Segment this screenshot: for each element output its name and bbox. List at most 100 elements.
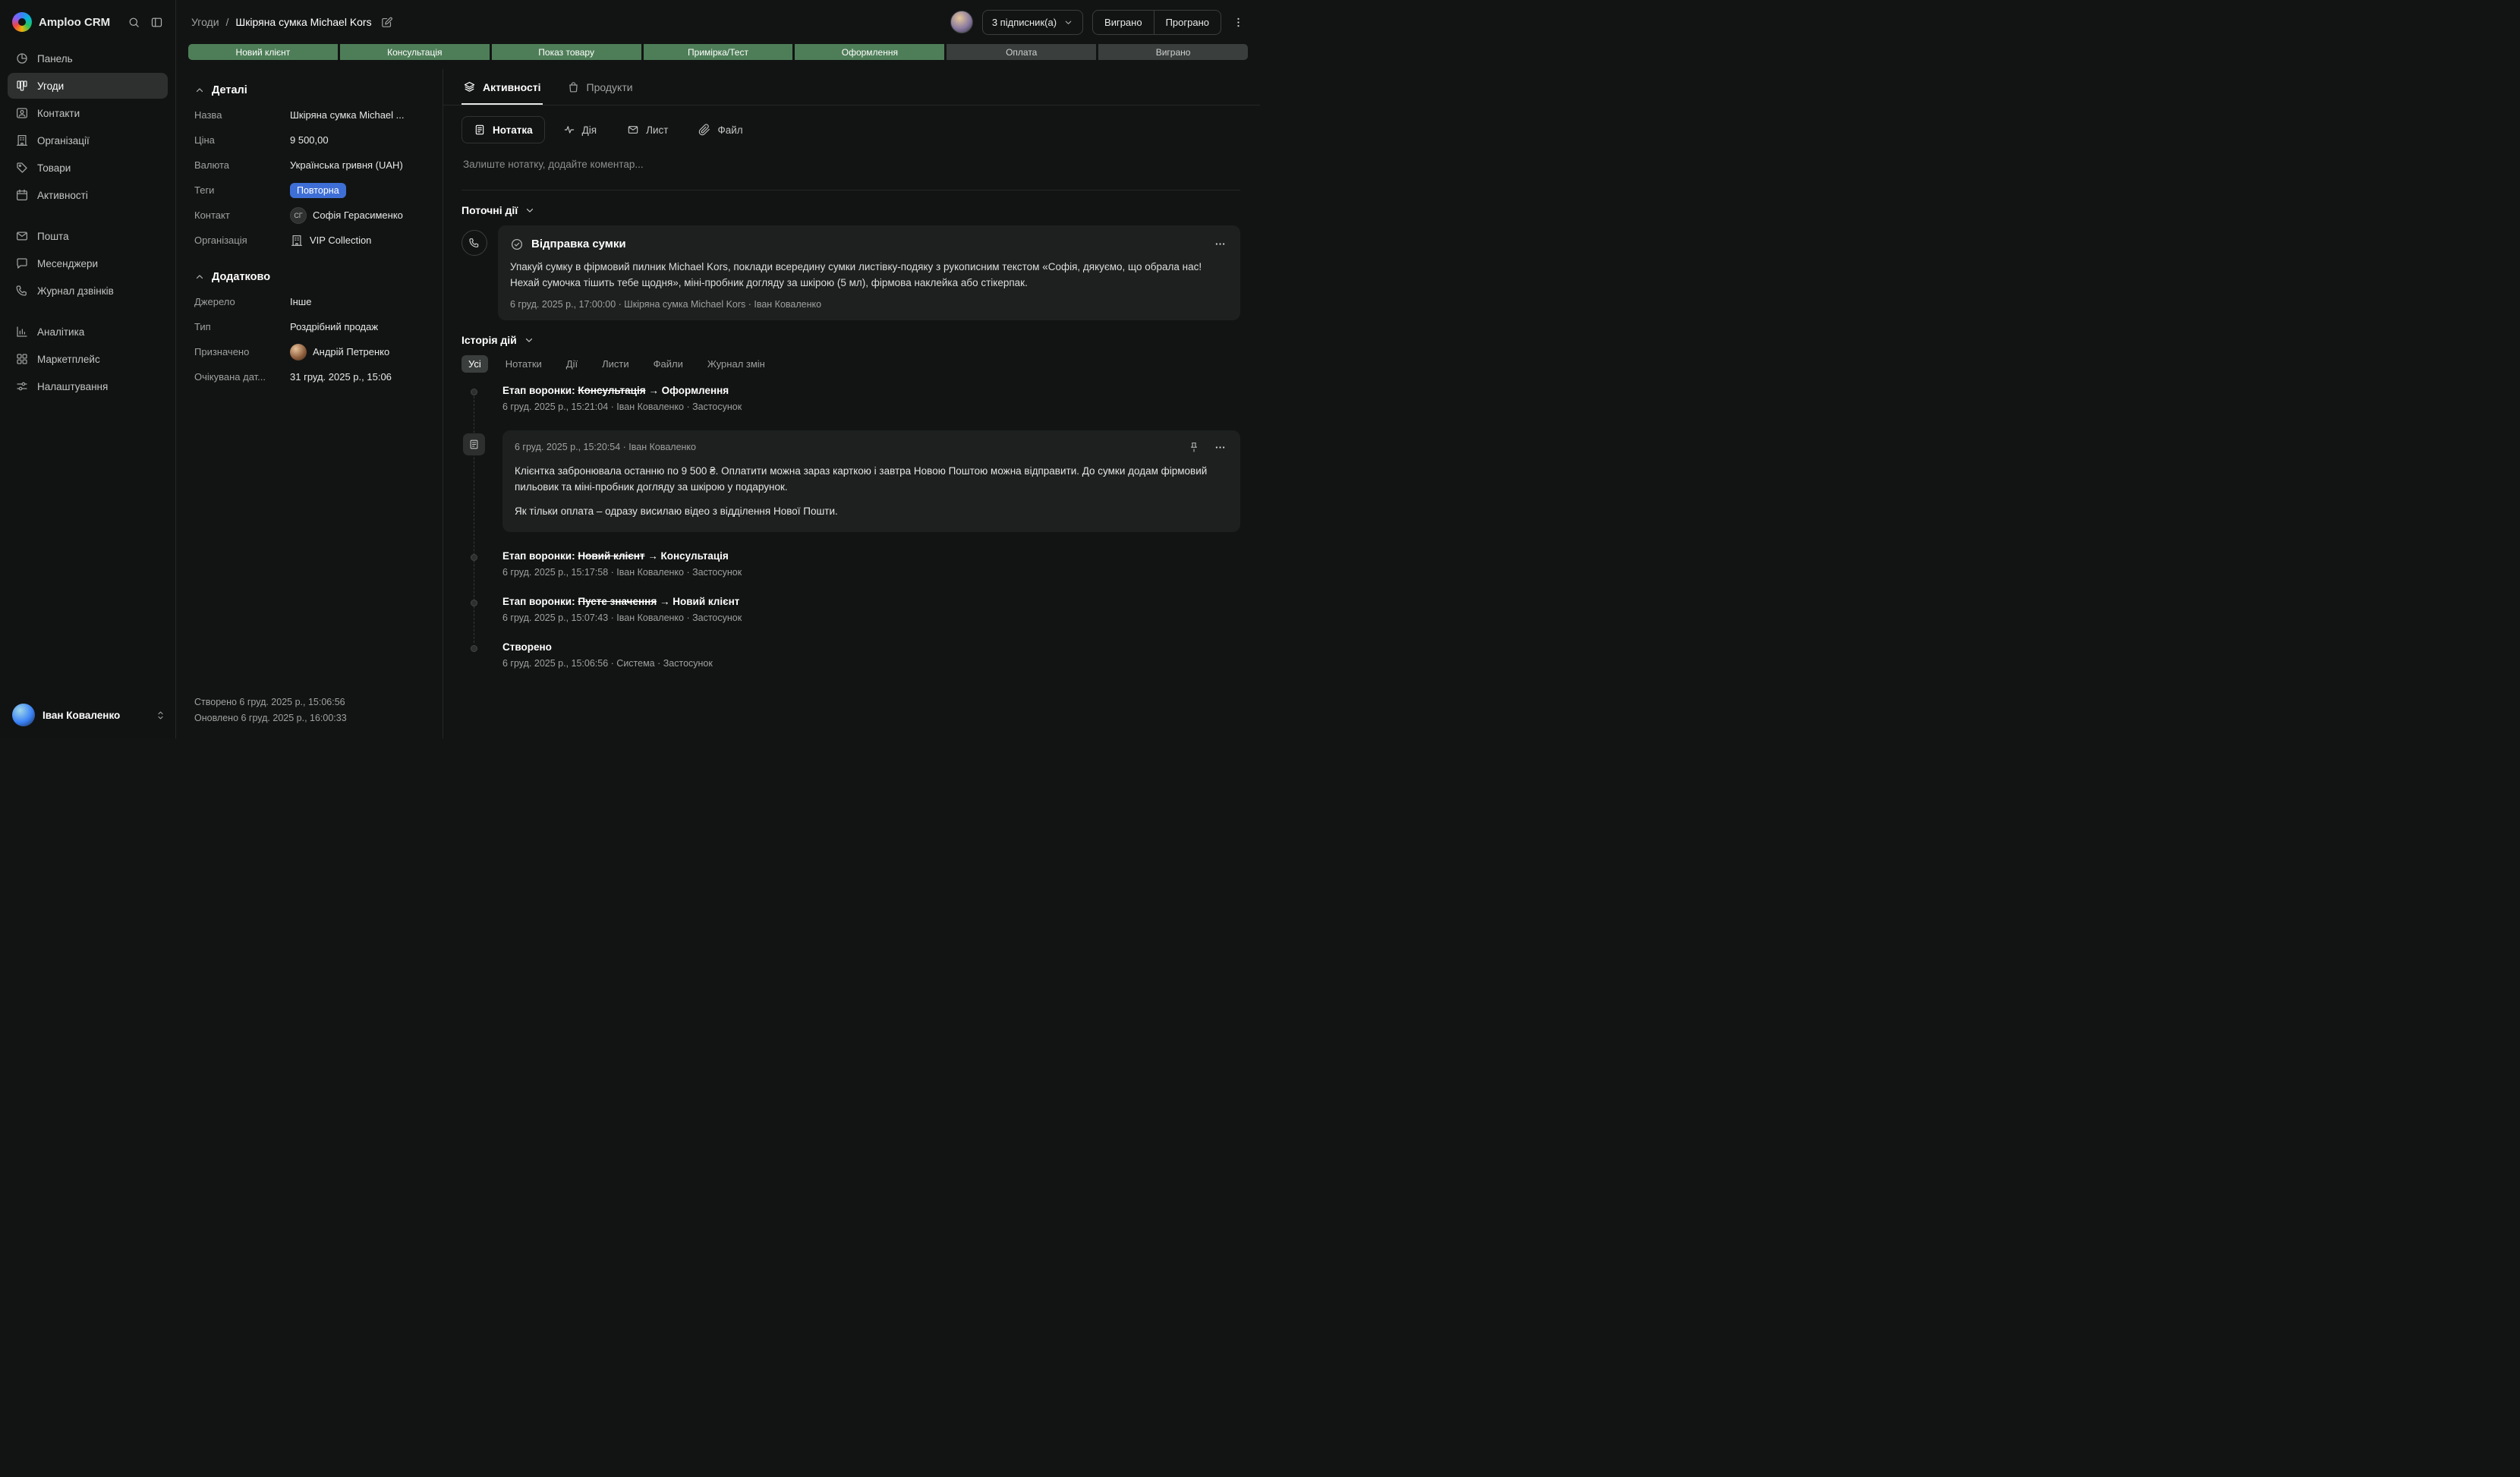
filter-letters[interactable]: Листи xyxy=(595,355,636,373)
sidebar-item-dashboard[interactable]: Панель xyxy=(8,46,168,71)
sidebar-item-organizations[interactable]: Організації xyxy=(8,128,168,153)
tab-products[interactable]: Продукти xyxy=(565,69,635,105)
details-panel: Деталі Назва Шкіряна сумка Michael ... Ц… xyxy=(176,69,443,738)
sidebar-item-marketplace[interactable]: Маркетплейс xyxy=(8,346,168,372)
detail-row-assignee: Призначено Андрій Петренко xyxy=(194,339,424,364)
composer-tab-file[interactable]: Файл xyxy=(686,116,754,143)
sidebar-item-call-log[interactable]: Журнал дзвінків xyxy=(8,278,168,304)
pin-note-button[interactable] xyxy=(1186,439,1202,455)
tab-activities[interactable]: Активності xyxy=(461,69,543,105)
note-card: 6 груд. 2025 р., 15:20:54 · Іван Ковален… xyxy=(502,430,1240,532)
check-circle-icon[interactable] xyxy=(510,238,524,251)
stage-label: Виграно xyxy=(1156,47,1191,58)
stage-label: Оформлення xyxy=(842,47,898,58)
sidebar-item-label: Аналітика xyxy=(37,326,84,338)
history-header[interactable]: Історія дій xyxy=(461,334,1240,346)
timeline-stage-change: Етап воронки: Новий клієнт → Консультаці… xyxy=(461,550,1240,578)
breadcrumb-root[interactable]: Угоди xyxy=(191,16,219,28)
pulse-icon xyxy=(563,124,575,136)
pipeline-stage[interactable]: Показ товару xyxy=(492,44,641,60)
stage-change-to: Консультація xyxy=(661,550,729,562)
pipeline-stage[interactable]: Оформлення xyxy=(795,44,944,60)
pipeline-stage[interactable]: Оплата xyxy=(947,44,1096,60)
current-actions-header[interactable]: Поточні дії xyxy=(461,204,1240,216)
stage-change-to: Оформлення xyxy=(662,385,729,396)
sidebar-header: Amploo CRM xyxy=(0,0,175,41)
activity-feed: Нотатка Дія Лист xyxy=(443,106,1260,738)
detail-value-name[interactable]: Шкіряна сумка Michael ... xyxy=(290,109,404,121)
detail-value-expected-date[interactable]: 31 груд. 2025 р., 15:06 xyxy=(290,371,392,383)
detail-value-currency[interactable]: Українська гривня (UAH) xyxy=(290,159,403,171)
filter-notes[interactable]: Нотатки xyxy=(499,355,549,373)
sidebar-item-label: Налаштування xyxy=(37,381,108,392)
sidebar-item-products[interactable]: Товари xyxy=(8,155,168,181)
user-avatar xyxy=(12,704,35,726)
details-section-header[interactable]: Деталі xyxy=(194,77,424,102)
note-icon xyxy=(463,433,485,455)
detail-value-price[interactable]: 9 500,00 xyxy=(290,134,329,146)
sidebar-item-deals[interactable]: Угоди xyxy=(8,73,168,99)
stage-change-prefix: Етап воронки: xyxy=(502,385,575,396)
detail-value-source[interactable]: Інше xyxy=(290,296,311,307)
sidebar-item-contacts[interactable]: Контакти xyxy=(8,100,168,126)
filter-all[interactable]: Усі xyxy=(461,355,488,373)
task-more-button[interactable] xyxy=(1212,236,1228,252)
lost-button[interactable]: Програно xyxy=(1154,11,1221,34)
composer-tab-letter[interactable]: Лист xyxy=(615,116,680,143)
edit-title-button[interactable] xyxy=(379,14,395,30)
sidebar-item-activities[interactable]: Активності xyxy=(8,182,168,208)
pipeline-stage[interactable]: Консультація xyxy=(340,44,490,60)
arrow-right-icon: → xyxy=(647,550,658,562)
chevron-up-down-icon xyxy=(155,710,166,721)
filter-changelog[interactable]: Журнал змін xyxy=(701,355,772,373)
shopping-bag-icon xyxy=(567,80,580,93)
sidebar-item-settings[interactable]: Налаштування xyxy=(8,373,168,399)
main-panel: Активності Продукти Нотатка xyxy=(443,69,1260,738)
filter-actions[interactable]: Дії xyxy=(559,355,584,373)
created-timestamp: Створено 6 груд. 2025 р., 15:06:56 xyxy=(194,694,424,710)
sidebar: Amploo CRM Панель Угоди Контакти xyxy=(0,0,176,738)
current-actions-title: Поточні дії xyxy=(461,204,518,216)
topbar-actions: 3 підписник(а) Виграно Програно xyxy=(950,10,1246,35)
detail-row-currency: Валюта Українська гривня (UAH) xyxy=(194,153,424,178)
sidebar-collapse-button[interactable] xyxy=(149,14,165,30)
search-button[interactable] xyxy=(126,14,142,30)
filter-files[interactable]: Файли xyxy=(647,355,690,373)
detail-value-tags[interactable]: Повторна xyxy=(290,183,346,198)
sidebar-item-label: Месенджери xyxy=(37,258,98,269)
history-title: Історія дій xyxy=(461,334,517,346)
composer-tab-note[interactable]: Нотатка xyxy=(461,116,545,143)
sidebar-item-mail[interactable]: Пошта xyxy=(8,223,168,249)
chevron-down-icon xyxy=(524,335,534,345)
sidebar-item-analytics[interactable]: Аналітика xyxy=(8,319,168,345)
extra-section-header[interactable]: Додатково xyxy=(194,263,424,289)
note-input[interactable] xyxy=(461,143,1240,190)
more-options-button[interactable] xyxy=(1230,14,1246,30)
detail-value-organization[interactable]: VIP Collection xyxy=(290,234,371,247)
sidebar-item-messengers[interactable]: Месенджери xyxy=(8,250,168,276)
envelope-icon xyxy=(627,124,639,136)
history-filters: Усі Нотатки Дії Листи Файли Журнал змін xyxy=(461,355,1240,373)
composer-tab-action[interactable]: Дія xyxy=(551,116,609,143)
subscribers-dropdown[interactable]: 3 підписник(а) xyxy=(982,10,1083,35)
pipeline-stage[interactable]: Примірка/Тест xyxy=(644,44,793,60)
pipeline-stage[interactable]: Виграно xyxy=(1098,44,1248,60)
detail-value-assignee[interactable]: Андрій Петренко xyxy=(290,344,389,361)
filter-label: Дії xyxy=(566,358,578,370)
pipeline-stage[interactable]: Новий клієнт xyxy=(188,44,338,60)
call-activity-icon xyxy=(461,230,487,256)
detail-row-organization: Організація VIP Collection xyxy=(194,228,424,253)
user-menu[interactable]: Іван Коваленко xyxy=(0,693,175,738)
kebab-horizontal-icon xyxy=(1214,238,1227,250)
note-more-button[interactable] xyxy=(1212,439,1228,455)
sidebar-item-label: Пошта xyxy=(37,231,69,242)
tag-badge[interactable]: Повторна xyxy=(290,183,346,198)
assignee-name: Андрій Петренко xyxy=(313,346,389,357)
page-title: Шкіряна сумка Michael Kors xyxy=(235,16,371,28)
timeline-stage-change: Етап воронки: Пусте значення → Новий клі… xyxy=(461,596,1240,623)
timeline-created: Створено 6 груд. 2025 р., 15:06:56 · Сис… xyxy=(461,641,1240,669)
detail-value-type[interactable]: Роздрібний продаж xyxy=(290,321,378,332)
detail-value-contact[interactable]: СГ Софія Герасименко xyxy=(290,207,403,224)
won-button[interactable]: Виграно xyxy=(1093,11,1154,34)
stage-change-from: Новий клієнт xyxy=(578,550,644,562)
